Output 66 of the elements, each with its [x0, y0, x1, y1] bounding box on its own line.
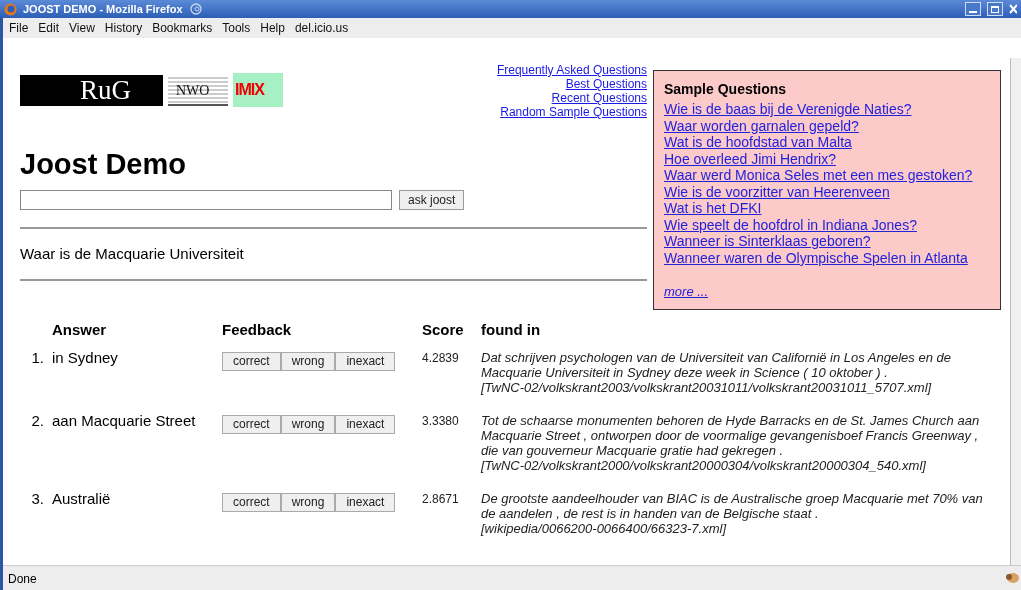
- nav-link[interactable]: Random Sample Questions: [500, 105, 647, 119]
- answer-text: Australië: [52, 489, 112, 509]
- sample-question-link[interactable]: Hoe overleed Jimi Hendrix?: [664, 150, 836, 167]
- snippet-text: Dat schrijven psychologen van de Universiteit van Californië in Los Angeles en de Macquarie Universiteit in Sydney deze week in Science ( 10 oktober ) .: [481, 350, 952, 380]
- feedback-button[interactable]: correct: [222, 415, 281, 434]
- maximize-button[interactable]: [987, 2, 1003, 16]
- sample-question-link[interactable]: Wie is de baas bij de Verenigde Naties?: [664, 101, 912, 118]
- more-link[interactable]: more ...: [664, 282, 709, 302]
- feedback-button[interactable]: correct: [222, 493, 281, 512]
- rank-number: 3.: [30, 489, 45, 509]
- close-icon[interactable]: [1009, 3, 1017, 15]
- menu-item[interactable]: Help: [260, 19, 285, 37]
- feedback-button[interactable]: inexact: [335, 415, 396, 434]
- menu-item[interactable]: Bookmarks: [152, 19, 213, 37]
- answer-text: aan Macquarie Street: [52, 411, 197, 431]
- menu-item[interactable]: del.icio.us: [294, 19, 349, 37]
- swirl-icon: [188, 3, 203, 15]
- source-path: [wikipedia/0066200-0066400/66323-7.xml]: [481, 521, 728, 536]
- sample-question-link[interactable]: Waar worden garnalen gepeld?: [664, 117, 859, 134]
- minimize-button[interactable]: [965, 2, 981, 16]
- question-text: Waar is de Macquarie Universiteit: [20, 244, 244, 264]
- menu-item[interactable]: Edit: [38, 19, 60, 37]
- window-title: JOOST DEMO - Mozilla Firefox: [23, 1, 183, 17]
- sample-question-link[interactable]: Waar werd Monica Seles met een mes gestoken?: [664, 167, 973, 184]
- rank-number: 2.: [30, 411, 45, 431]
- snippet-text: Tot de schaarse monumenten behoren de Hyde Barracks en de St. James Church aan Macquarie Street , ontworpen door de voormalige gevangenisboef Francis Greenway , die van gouverneur Macquarie gratie had gekregen .: [481, 413, 981, 458]
- score-text: 2.8671: [422, 491, 460, 508]
- status-text: Done: [8, 571, 37, 588]
- column-header: Score: [422, 320, 465, 340]
- sample-question-link[interactable]: Wanneer is Sinterklaas geboren?: [664, 233, 871, 250]
- source-path: [TwNC-02/volkskrant2003/volkskrant20031011/volkskrant20031011_5707.xml]: [481, 380, 933, 395]
- rank-number: 1.: [30, 348, 45, 368]
- feedback-button[interactable]: wrong: [280, 493, 336, 512]
- sample-question-link[interactable]: Wat is het DFKI: [664, 200, 762, 217]
- nav-link[interactable]: Recent Questions: [551, 91, 647, 105]
- feedback-button[interactable]: correct: [222, 352, 281, 371]
- panel-title: Sample Questions: [664, 80, 787, 98]
- column-header: Answer: [52, 320, 108, 340]
- source-path: [TwNC-02/volkskrant2000/volkskrant20000304/volkskrant20000304_540.xml]: [481, 458, 927, 473]
- score-text: 4.2839: [422, 350, 460, 367]
- column-header: Feedback: [222, 320, 293, 340]
- snippet-text: De grootste aandeelhouder van BIAC is de Australische groep Macquarie met 70% van de aandelen , de rest is in handen van de Belgische staat .: [481, 491, 984, 521]
- nwo-logo: NWO: [168, 74, 228, 106]
- feedback-button[interactable]: wrong: [280, 415, 336, 434]
- sample-question-link[interactable]: Wanneer waren de Olympische Spelen in Atlanta: [664, 249, 968, 266]
- answer-text: in Sydney: [52, 348, 119, 368]
- rug-logo: RuG: [20, 74, 163, 106]
- question-input[interactable]: [20, 190, 392, 210]
- column-header: found in: [481, 320, 542, 340]
- sample-question-link[interactable]: Wie speelt de hoofdrol in Indiana Jones?: [664, 216, 917, 233]
- page-heading: Joost Demo: [20, 147, 187, 181]
- feedback-button[interactable]: inexact: [335, 493, 396, 512]
- ask-button[interactable]: ask joost: [399, 190, 465, 210]
- imix-logo: IMIX: [233, 73, 283, 107]
- sample-question-link[interactable]: Wie is de voorzitter van Heerenveen: [664, 183, 890, 200]
- menu-item[interactable]: View: [69, 19, 95, 37]
- feedback-button[interactable]: inexact: [335, 352, 396, 371]
- nav-link[interactable]: Frequently Asked Questions: [496, 63, 647, 77]
- feedback-button[interactable]: wrong: [280, 352, 336, 371]
- menu-item[interactable]: History: [104, 19, 143, 37]
- score-text: 3.3380: [422, 413, 460, 430]
- scroll-bar[interactable]: [1010, 58, 1021, 565]
- menu-item[interactable]: File: [9, 19, 29, 37]
- sample-question-link[interactable]: Wat is de hoofdstad van Malta: [664, 134, 852, 151]
- nav-link[interactable]: Best Questions: [565, 77, 647, 91]
- menu-item[interactable]: Tools: [222, 19, 251, 37]
